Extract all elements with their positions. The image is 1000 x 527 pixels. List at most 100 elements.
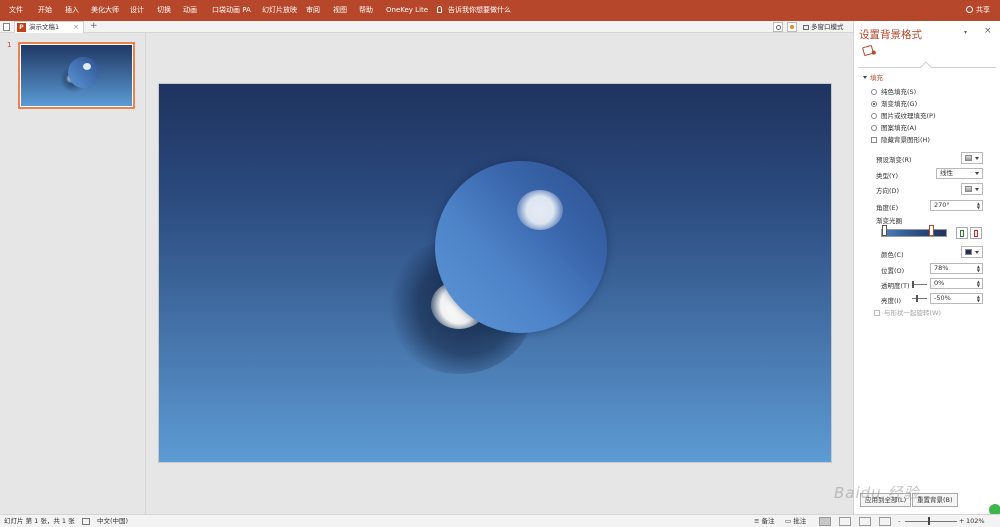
- thumbnail-preview: [21, 45, 132, 106]
- slide-sorter-icon[interactable]: [839, 517, 851, 526]
- radio-label: 图片或纹理填充(P): [881, 112, 936, 120]
- pane-options-icon[interactable]: ▾: [964, 29, 967, 36]
- close-tab-icon[interactable]: ×: [73, 22, 79, 33]
- user-icon: [966, 6, 973, 13]
- type-value: 线性: [940, 169, 953, 177]
- angle-value: 270°: [934, 201, 950, 209]
- slide-thumbnail[interactable]: [18, 42, 135, 109]
- radio-pattern-fill[interactable]: 图案填充(A): [871, 122, 917, 132]
- tab-onekey[interactable]: OneKey Lite: [386, 0, 428, 21]
- settings-icon[interactable]: [787, 22, 797, 32]
- share-button[interactable]: 共享: [966, 0, 990, 21]
- transparency-label: 透明度(T): [881, 282, 910, 290]
- zoom-in-button[interactable]: +: [959, 515, 964, 527]
- tab-animations[interactable]: 动画: [183, 0, 197, 21]
- tab-view[interactable]: 视图: [333, 0, 347, 21]
- gradient-swatch-icon: [965, 155, 972, 161]
- zoom-slider[interactable]: [905, 521, 957, 522]
- gradient-stop-handle[interactable]: [882, 225, 887, 236]
- fill-section-header[interactable]: 填充: [863, 72, 883, 82]
- radio-label: 纯色填充(S): [881, 88, 917, 96]
- paint-bucket-icon: [965, 249, 972, 255]
- notes-button[interactable]: ≡ 备注: [754, 515, 775, 527]
- sphere-highlight[interactable]: [517, 190, 563, 230]
- comments-label: 批注: [793, 517, 807, 525]
- format-background-pane: 设置背景格式 ▾ × 填充 纯色填充(S) 渐变填充(G) 图片或纹理填充(P)…: [853, 21, 1000, 514]
- tab-review[interactable]: 审阅: [306, 0, 320, 21]
- tab-file[interactable]: 文件: [9, 0, 23, 21]
- color-label: 颜色(C): [881, 251, 904, 259]
- direction-swatch-icon: [965, 186, 972, 192]
- lightbulb-icon: [437, 6, 442, 13]
- tab-insert[interactable]: 插入: [65, 0, 79, 21]
- notes-label: 备注: [761, 517, 775, 525]
- paint-bucket-icon[interactable]: [862, 44, 874, 57]
- tab-design[interactable]: 设计: [130, 0, 144, 21]
- slider-knob[interactable]: [912, 281, 914, 288]
- brightness-slider[interactable]: [912, 295, 927, 302]
- slideshow-icon[interactable]: [879, 517, 891, 526]
- transparency-value: 0%: [934, 279, 945, 287]
- spinner-arrows-icon[interactable]: ▲ ▼: [977, 265, 980, 273]
- type-select[interactable]: 线性: [936, 168, 983, 179]
- tab-beautify[interactable]: 美化大师: [91, 0, 119, 21]
- tab-slideshow[interactable]: 幻灯片放映: [262, 0, 297, 21]
- search-icon[interactable]: [773, 22, 783, 32]
- brightness-value: -50%: [934, 294, 951, 302]
- multi-window-label: 多窗口模式: [811, 23, 844, 31]
- angle-spinner[interactable]: 270° ▲ ▼: [930, 200, 983, 211]
- zoom-slider-knob[interactable]: [928, 517, 930, 525]
- type-label: 类型(Y): [876, 172, 899, 180]
- normal-view-icon[interactable]: [819, 517, 831, 526]
- tab-home[interactable]: 开始: [38, 0, 52, 21]
- blue-sphere[interactable]: [435, 161, 607, 333]
- tab-transitions[interactable]: 切换: [157, 0, 171, 21]
- angle-label: 角度(E): [876, 204, 899, 212]
- direction-label: 方向(D): [876, 187, 900, 195]
- fill-section-label: 填充: [870, 74, 883, 82]
- tell-me-box[interactable]: 告诉我你想要做什么: [437, 0, 511, 21]
- pane-close-icon[interactable]: ×: [984, 26, 992, 36]
- tab-pocket-animation[interactable]: 口袋动画 PA: [212, 0, 251, 21]
- position-spinner[interactable]: 78% ▲ ▼: [930, 263, 983, 274]
- transparency-slider[interactable]: [912, 281, 927, 288]
- reading-view-icon[interactable]: [859, 517, 871, 526]
- radio-solid-fill[interactable]: 纯色填充(S): [871, 86, 916, 96]
- spinner-arrows-icon[interactable]: ▲ ▼: [977, 295, 980, 303]
- slide-count: 幻灯片 第 1 张，共 1 张: [4, 517, 75, 525]
- color-button[interactable]: [961, 246, 983, 258]
- add-stop-icon[interactable]: [956, 227, 968, 239]
- rotate-with-shape-checkbox[interactable]: 与形状一起旋转(W): [874, 307, 941, 317]
- rotate-with-shape-label: 与形状一起旋转(W): [884, 309, 941, 317]
- zoom-out-button[interactable]: -: [898, 515, 900, 527]
- hide-background-checkbox[interactable]: 隐藏背景图形(H): [871, 134, 930, 144]
- multi-window-button[interactable]: 多窗口模式: [803, 21, 844, 33]
- preset-gradient-label: 预设渐变(R): [876, 156, 912, 164]
- spellcheck-icon[interactable]: [82, 518, 90, 525]
- new-tab-icon[interactable]: +: [90, 21, 98, 32]
- spinner-arrows-icon[interactable]: ▲ ▼: [977, 280, 980, 288]
- zoom-level[interactable]: 102%: [966, 515, 985, 527]
- brightness-spinner[interactable]: -50% ▲ ▼: [930, 293, 983, 304]
- language-indicator[interactable]: 中文(中国): [97, 515, 128, 527]
- spinner-arrows-icon[interactable]: ▲ ▼: [977, 202, 980, 210]
- gradient-stop-handle-selected[interactable]: [929, 225, 934, 236]
- radio-picture-fill[interactable]: 图片或纹理填充(P): [871, 110, 936, 120]
- remove-stop-icon[interactable]: [970, 227, 982, 239]
- gradient-stops-bar[interactable]: [881, 229, 947, 237]
- notes-icon: ≡: [754, 517, 762, 525]
- tab-help[interactable]: 帮助: [359, 0, 373, 21]
- slider-knob[interactable]: [916, 295, 918, 302]
- slide[interactable]: [158, 83, 832, 463]
- tab-pointer: [920, 61, 932, 73]
- page-icon[interactable]: [3, 23, 10, 31]
- transparency-spinner[interactable]: 0% ▲ ▼: [930, 278, 983, 289]
- radio-gradient-fill[interactable]: 渐变填充(G): [871, 98, 917, 108]
- comments-button[interactable]: ▭ 批注: [785, 515, 806, 527]
- document-tab[interactable]: P 演示文稿1 ×: [14, 21, 84, 33]
- chevron-down-icon: [975, 157, 979, 160]
- chevron-down-icon: [975, 251, 979, 254]
- document-name: 演示文稿1: [29, 23, 60, 31]
- direction-button[interactable]: [961, 183, 983, 195]
- preset-gradient-button[interactable]: [961, 152, 983, 164]
